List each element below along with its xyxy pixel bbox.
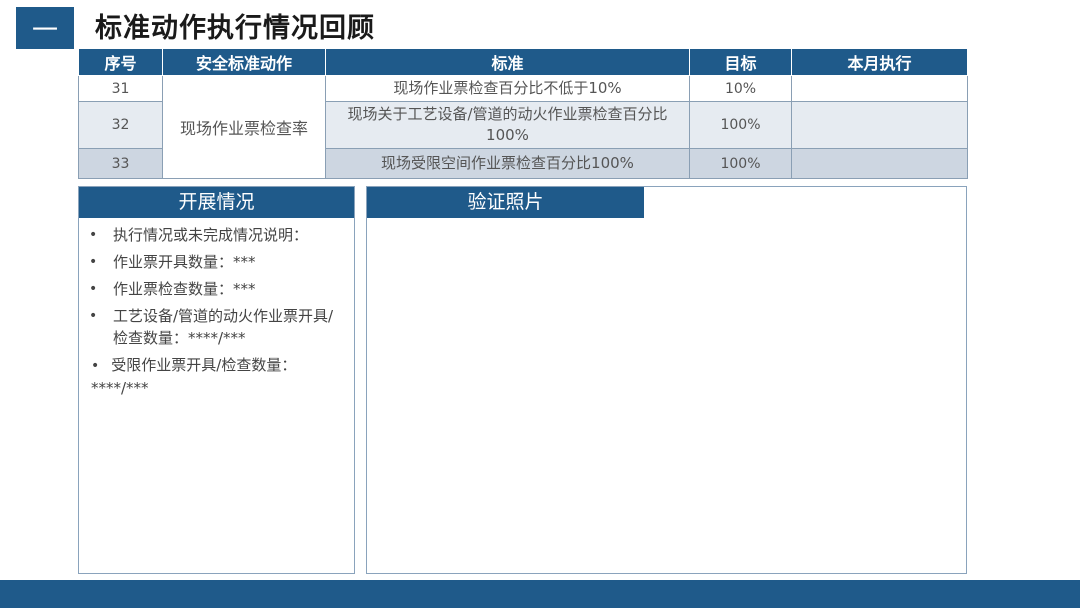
- target-cell: 100%: [689, 148, 792, 179]
- bullet-icon: •: [91, 358, 100, 374]
- row-number: 32: [78, 101, 163, 149]
- bullet-icon: •: [89, 308, 98, 324]
- standard-cell: 现场受限空间作业票检查百分比100%: [325, 148, 690, 179]
- row-number: 33: [78, 148, 163, 179]
- bullet-icon: •: [89, 254, 98, 270]
- row-number: 31: [78, 75, 163, 102]
- target-cell: 100%: [689, 101, 792, 149]
- progress-panel: 开展情况 • 执行情况或未完成情况说明： • 作业票开具数量：*** • 作业票检查数…: [78, 186, 355, 574]
- column-header-target: 目标: [689, 48, 792, 76]
- table-header-row: 序号 安全标准动作 标准 目标 本月执行: [78, 48, 968, 76]
- list-item: • 作业票开具数量：***: [89, 253, 256, 271]
- column-header-action: 安全标准动作: [162, 48, 326, 76]
- standards-table: 序号 安全标准动作 标准 目标 本月执行 31 现场作业票检查率 现场作业票检查…: [78, 48, 968, 179]
- page-title: 标准动作执行情况回顾: [95, 13, 375, 44]
- photo-panel-title: 验证照片: [367, 187, 644, 218]
- bullet-icon: •: [89, 227, 98, 243]
- standard-cell: 现场关于工艺设备/管道的动火作业票检查百分比100%: [325, 101, 690, 149]
- footer-bar: [0, 580, 1080, 608]
- list-item: • 作业票检查数量：***: [89, 280, 256, 298]
- table-row: 31 现场作业票检查率 现场作业票检查百分比不低于10% 10%: [78, 75, 968, 179]
- actual-cell[interactable]: [791, 101, 968, 149]
- list-item: • 工艺设备/管道的动火作业票开具/检查数量：****/***: [89, 307, 334, 347]
- action-cell: 现场作业票检查率: [162, 75, 326, 179]
- target-cell: 10%: [689, 75, 792, 102]
- photo-panel: 验证照片: [366, 186, 967, 574]
- column-header-standard: 标准: [325, 48, 690, 76]
- standard-cell: 现场作业票检查百分比不低于10%: [325, 75, 690, 102]
- column-header-no: 序号: [78, 48, 163, 76]
- actual-cell[interactable]: [791, 75, 968, 102]
- progress-panel-title: 开展情况: [79, 187, 354, 218]
- list-item: • 执行情况或未完成情况说明：: [89, 226, 309, 244]
- section-number: 一: [31, 15, 58, 46]
- actual-cell[interactable]: [791, 148, 968, 179]
- section-number-badge: 一: [16, 7, 74, 49]
- photo-area[interactable]: [367, 218, 966, 573]
- bullet-icon: •: [89, 281, 98, 297]
- progress-list: • 执行情况或未完成情况说明： • 作业票开具数量：*** • 作业票检查数量：***…: [79, 218, 354, 399]
- column-header-actual: 本月执行: [791, 48, 968, 76]
- list-item: • 受限作业票开具/检查数量：****/***: [91, 356, 297, 397]
